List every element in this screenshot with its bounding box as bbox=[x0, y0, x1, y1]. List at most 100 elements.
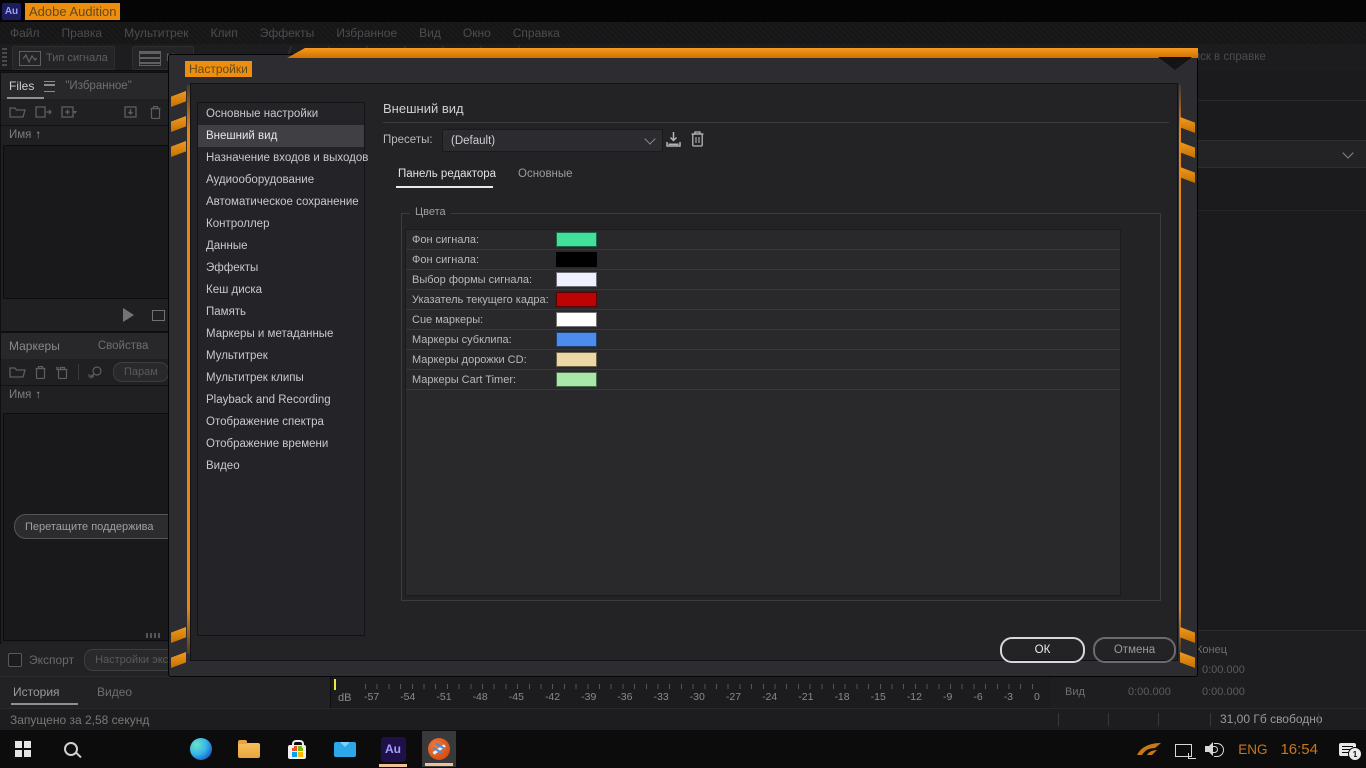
category-item[interactable]: Мультитрек bbox=[198, 345, 364, 367]
color-swatch[interactable] bbox=[556, 232, 597, 247]
menu-multitrack[interactable]: Мультитрек bbox=[124, 26, 188, 40]
level-meter[interactable]: dB -57-54-51 -48-45-42 -39-36-33 -30-27-… bbox=[330, 676, 1051, 709]
divider bbox=[383, 122, 1169, 123]
category-item[interactable]: Основные настройки bbox=[198, 103, 364, 125]
menu-view[interactable]: Вид bbox=[419, 26, 441, 40]
category-item[interactable]: Эффекты bbox=[198, 257, 364, 279]
file-explorer-button[interactable] bbox=[232, 730, 266, 768]
color-row[interactable]: Cue маркеры: bbox=[406, 310, 1120, 330]
category-item[interactable]: Мультитрек клипы bbox=[198, 367, 364, 389]
clock[interactable]: 16:54 bbox=[1280, 741, 1318, 758]
category-item[interactable]: Память bbox=[198, 301, 364, 323]
category-item[interactable]: Контроллер bbox=[198, 213, 364, 235]
color-swatch[interactable] bbox=[556, 272, 597, 287]
mail-icon bbox=[334, 742, 356, 757]
audition-taskbar-button[interactable]: Au bbox=[376, 730, 410, 768]
color-row[interactable]: Фон сигнала: bbox=[406, 250, 1120, 270]
language-indicator[interactable]: ENG bbox=[1238, 742, 1267, 757]
menu-favorites[interactable]: Избранное bbox=[336, 26, 397, 40]
scroll-grip[interactable] bbox=[146, 633, 162, 638]
category-item[interactable]: Назначение входов и выходов bbox=[198, 147, 364, 169]
trash-icon[interactable] bbox=[150, 106, 161, 119]
notifications-icon[interactable]: 1 bbox=[1339, 743, 1356, 756]
markers-name-column[interactable]: Имя↑ bbox=[1, 386, 181, 404]
tab-markers[interactable]: Маркеры bbox=[9, 339, 60, 353]
tab-history[interactable]: История bbox=[13, 685, 60, 699]
color-row[interactable]: Указатель текущего кадра: bbox=[406, 290, 1120, 310]
import-file-icon[interactable] bbox=[35, 106, 52, 118]
menu-help[interactable]: Справка bbox=[513, 26, 560, 40]
zoom-to-marker-icon[interactable] bbox=[88, 366, 104, 379]
rog-icon[interactable] bbox=[1136, 741, 1162, 757]
category-item[interactable]: Отображение спектра bbox=[198, 411, 364, 433]
store-button[interactable] bbox=[280, 730, 314, 768]
edge-button[interactable] bbox=[184, 730, 218, 768]
color-swatch[interactable] bbox=[556, 292, 597, 307]
category-item[interactable]: Отображение времени bbox=[198, 433, 364, 455]
insert-marker-icon[interactable] bbox=[9, 366, 26, 378]
color-row[interactable]: Маркеры дорожки CD: bbox=[406, 350, 1120, 370]
menu-file[interactable]: Файл bbox=[10, 26, 40, 40]
category-item[interactable]: Кеш диска bbox=[198, 279, 364, 301]
color-swatch[interactable] bbox=[556, 312, 597, 327]
waveform-view-button[interactable]: Тип сигнала bbox=[12, 46, 115, 70]
new-item-icon[interactable] bbox=[61, 106, 78, 118]
toolbar-grip[interactable] bbox=[2, 48, 7, 66]
category-item[interactable]: Видео bbox=[198, 455, 364, 477]
tab-favorites[interactable]: "Избранное" bbox=[65, 80, 131, 92]
category-item-selected[interactable]: Внешний вид bbox=[198, 125, 364, 147]
delete-preset-icon[interactable] bbox=[691, 131, 704, 147]
color-swatch[interactable] bbox=[556, 352, 597, 367]
color-row[interactable]: Маркеры Cart Timer: bbox=[406, 370, 1120, 390]
color-row[interactable]: Фон сигнала: bbox=[406, 230, 1120, 250]
running-indicator bbox=[425, 763, 453, 766]
right-panel-dropdown[interactable] bbox=[1196, 140, 1366, 168]
mail-button[interactable] bbox=[328, 730, 362, 768]
files-list bbox=[3, 145, 179, 299]
open-folder-icon[interactable] bbox=[9, 106, 26, 118]
cancel-button[interactable]: Отмена bbox=[1093, 637, 1176, 663]
tab-files[interactable]: Files bbox=[9, 79, 34, 93]
category-item[interactable]: Маркеры и метаданные bbox=[198, 323, 364, 345]
loop-playback-icon[interactable] bbox=[152, 310, 165, 321]
category-item[interactable]: Аудиооборудование bbox=[198, 169, 364, 191]
volume-icon[interactable] bbox=[1205, 741, 1225, 757]
color-swatch[interactable] bbox=[556, 372, 597, 387]
recorder-taskbar-button[interactable] bbox=[422, 731, 456, 767]
color-swatch[interactable] bbox=[556, 332, 597, 347]
save-all-icon[interactable] bbox=[124, 106, 141, 118]
menu-edit[interactable]: Правка bbox=[62, 26, 103, 40]
preset-select[interactable]: (Default) bbox=[442, 129, 663, 152]
colors-group-title: Цвета bbox=[410, 206, 451, 218]
delete-marker-icon[interactable] bbox=[35, 366, 46, 379]
color-row[interactable]: Выбор формы сигнала: bbox=[406, 270, 1120, 290]
delete-all-markers-icon[interactable] bbox=[55, 366, 69, 379]
category-item[interactable]: Playback and Recording bbox=[198, 389, 364, 411]
category-item[interactable]: Данные bbox=[198, 235, 364, 257]
dialog-frame-chevrons-bottom-right bbox=[1180, 627, 1195, 668]
files-name-column[interactable]: Имя↑ bbox=[1, 126, 181, 144]
menu-effects[interactable]: Эффекты bbox=[260, 26, 315, 40]
save-preset-icon[interactable] bbox=[665, 131, 682, 148]
network-icon[interactable] bbox=[1175, 744, 1192, 757]
tab-editor-panel[interactable]: Панель редактора bbox=[398, 168, 496, 180]
category-item[interactable]: Автоматическое сохранение bbox=[198, 191, 364, 213]
preset-value: (Default) bbox=[451, 135, 495, 147]
panel-menu-icon[interactable] bbox=[44, 81, 55, 92]
taskbar-search-button[interactable] bbox=[54, 730, 88, 768]
marker-params-button[interactable]: Парам bbox=[113, 362, 169, 382]
tab-video[interactable]: Видео bbox=[97, 685, 132, 699]
export-checkbox[interactable] bbox=[8, 653, 22, 667]
tab-properties[interactable]: Свойства bbox=[98, 340, 149, 352]
menu-clip[interactable]: Клип bbox=[211, 26, 238, 40]
ok-button[interactable]: ОК bbox=[1000, 637, 1085, 663]
app-logo-icon: Au bbox=[2, 3, 21, 20]
export-settings-button[interactable]: Настройки экс bbox=[84, 649, 179, 671]
color-row[interactable]: Маркеры субклипа: bbox=[406, 330, 1120, 350]
color-swatch[interactable] bbox=[556, 252, 597, 267]
menu-window[interactable]: Окно bbox=[463, 26, 491, 40]
tab-general[interactable]: Основные bbox=[518, 168, 573, 180]
start-button[interactable] bbox=[6, 730, 40, 768]
page-title: Внешний вид bbox=[383, 101, 464, 116]
play-icon[interactable] bbox=[123, 308, 134, 322]
